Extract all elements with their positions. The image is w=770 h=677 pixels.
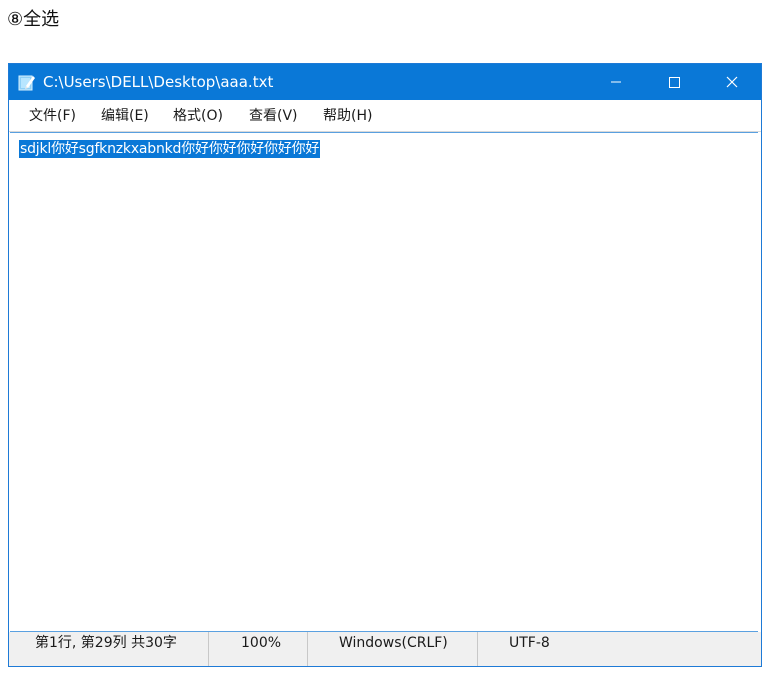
status-cursor-position: 第1行, 第29列 共30字 xyxy=(35,635,177,651)
status-zoom: 100% xyxy=(241,635,282,651)
menu-view[interactable]: 查看(V) xyxy=(249,100,298,132)
title-bar[interactable]: C:\Users\DELL\Desktop\aaa.txt xyxy=(9,64,761,100)
status-divider xyxy=(307,632,308,666)
status-divider xyxy=(477,632,478,666)
maximize-icon xyxy=(669,77,680,88)
notepad-window: C:\Users\DELL\Desktop\aaa.txt 文件(F) 编辑(E… xyxy=(8,63,762,667)
notepad-icon xyxy=(18,73,36,91)
status-bar: 第1行, 第29列 共30字 100% Windows(CRLF) UTF-8 xyxy=(9,632,761,666)
menu-file[interactable]: 文件(F) xyxy=(29,100,76,132)
menu-bar: 文件(F) 编辑(E) 格式(O) 查看(V) 帮助(H) xyxy=(9,100,761,132)
status-encoding: UTF-8 xyxy=(509,635,550,651)
selected-text[interactable]: sdjkl你好sgfknzkxabnkd你好你好你好你好你好 xyxy=(19,140,321,158)
text-editor[interactable]: sdjkl你好sgfknzkxabnkd你好你好你好你好你好 xyxy=(10,132,758,632)
step-caption: ⑧全选 xyxy=(7,9,60,30)
close-button[interactable] xyxy=(703,64,761,100)
window-title: C:\Users\DELL\Desktop\aaa.txt xyxy=(43,73,274,91)
menu-format[interactable]: 格式(O) xyxy=(173,100,223,132)
minimize-icon xyxy=(611,81,621,83)
close-icon xyxy=(726,76,738,88)
maximize-button[interactable] xyxy=(645,64,703,100)
status-line-ending: Windows(CRLF) xyxy=(339,635,448,651)
menu-help[interactable]: 帮助(H) xyxy=(323,100,372,132)
minimize-button[interactable] xyxy=(587,64,645,100)
menu-edit[interactable]: 编辑(E) xyxy=(101,100,149,132)
status-divider xyxy=(208,632,209,666)
